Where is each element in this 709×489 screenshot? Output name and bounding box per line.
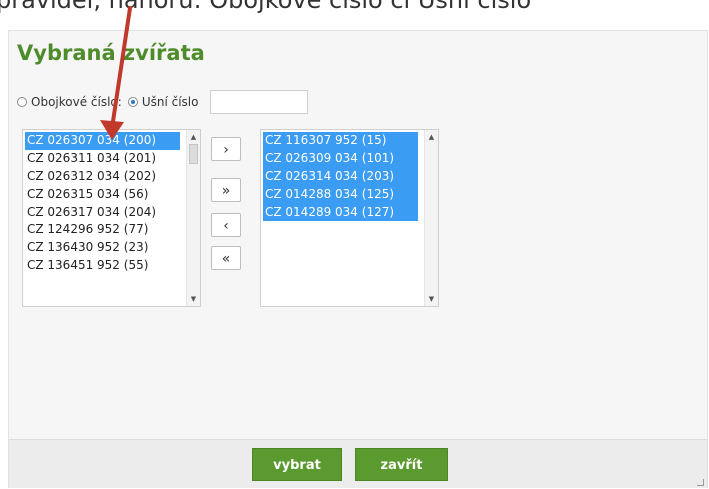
list-item[interactable]: CZ 136451 952 (55): [25, 257, 180, 275]
radio-collar-label: Obojkové číslo:: [31, 95, 122, 109]
move-all-right-button[interactable]: »: [211, 178, 241, 202]
radio-ear-number[interactable]: [127, 97, 138, 107]
list-item[interactable]: CZ 026314 034 (203): [263, 167, 418, 186]
scroll-up-icon[interactable]: ▲: [187, 130, 200, 144]
list-item[interactable]: CZ 026309 034 (101): [263, 149, 418, 168]
scroll-thumb[interactable]: [189, 144, 198, 164]
resize-grip-icon[interactable]: [697, 479, 704, 486]
dialog-title: Vybraná zvířata: [17, 41, 205, 65]
available-animals-list[interactable]: CZ 026307 034 (200) CZ 026311 034 (201) …: [22, 129, 201, 307]
list-item[interactable]: CZ 124296 952 (77): [25, 221, 180, 239]
list-item[interactable]: CZ 014289 034 (127): [263, 203, 418, 222]
select-button[interactable]: vybrat: [252, 448, 342, 481]
selected-animals-list[interactable]: CZ 116307 952 (15) CZ 026309 034 (101) C…: [260, 129, 439, 307]
list-item[interactable]: CZ 026315 034 (56): [25, 186, 180, 204]
list-item[interactable]: CZ 116307 952 (15): [263, 132, 418, 150]
scroll-up-icon[interactable]: ▲: [425, 130, 438, 144]
close-button[interactable]: zavřít: [355, 448, 448, 481]
left-list-scrollbar[interactable]: ▲ ▼: [186, 130, 200, 306]
list-item[interactable]: CZ 026317 034 (204): [25, 204, 180, 222]
move-selected-left-button[interactable]: ‹: [211, 213, 241, 237]
right-list-scrollbar[interactable]: ▲ ▼: [424, 130, 438, 306]
scroll-down-icon[interactable]: ▼: [187, 292, 200, 306]
selected-list-items: CZ 116307 952 (15) CZ 026309 034 (101) C…: [263, 132, 418, 222]
list-item[interactable]: CZ 026311 034 (201): [25, 150, 180, 168]
radio-ear-label: Ušní číslo: [141, 95, 199, 109]
move-selected-right-button[interactable]: ›: [211, 137, 241, 161]
move-all-left-button[interactable]: «: [211, 246, 241, 270]
list-item[interactable]: CZ 026307 034 (200): [25, 132, 180, 150]
list-item[interactable]: CZ 026312 034 (202): [25, 168, 180, 186]
scroll-down-icon[interactable]: ▼: [425, 292, 438, 306]
radio-collar-number[interactable]: [17, 97, 27, 107]
dialog-footer: vybrat zavřít: [9, 439, 707, 488]
selected-animals-dialog: Vybraná zvířata Obojkové číslo: Ušní čís…: [8, 30, 708, 488]
available-list-items: CZ 026307 034 (200) CZ 026311 034 (201) …: [25, 132, 180, 275]
id-type-radio-row: Obojkové číslo: Ušní číslo: [17, 90, 309, 114]
top-cropped-text-strip: pravidel, nahoru: Obojkové číslo či Ušní…: [0, 0, 709, 30]
list-item[interactable]: CZ 136430 952 (23): [25, 239, 180, 257]
cropped-instruction-text: pravidel, nahoru: Obojkové číslo či Ušní…: [0, 0, 532, 14]
ear-number-input[interactable]: [210, 90, 309, 114]
list-item[interactable]: CZ 014288 034 (125): [263, 185, 418, 204]
